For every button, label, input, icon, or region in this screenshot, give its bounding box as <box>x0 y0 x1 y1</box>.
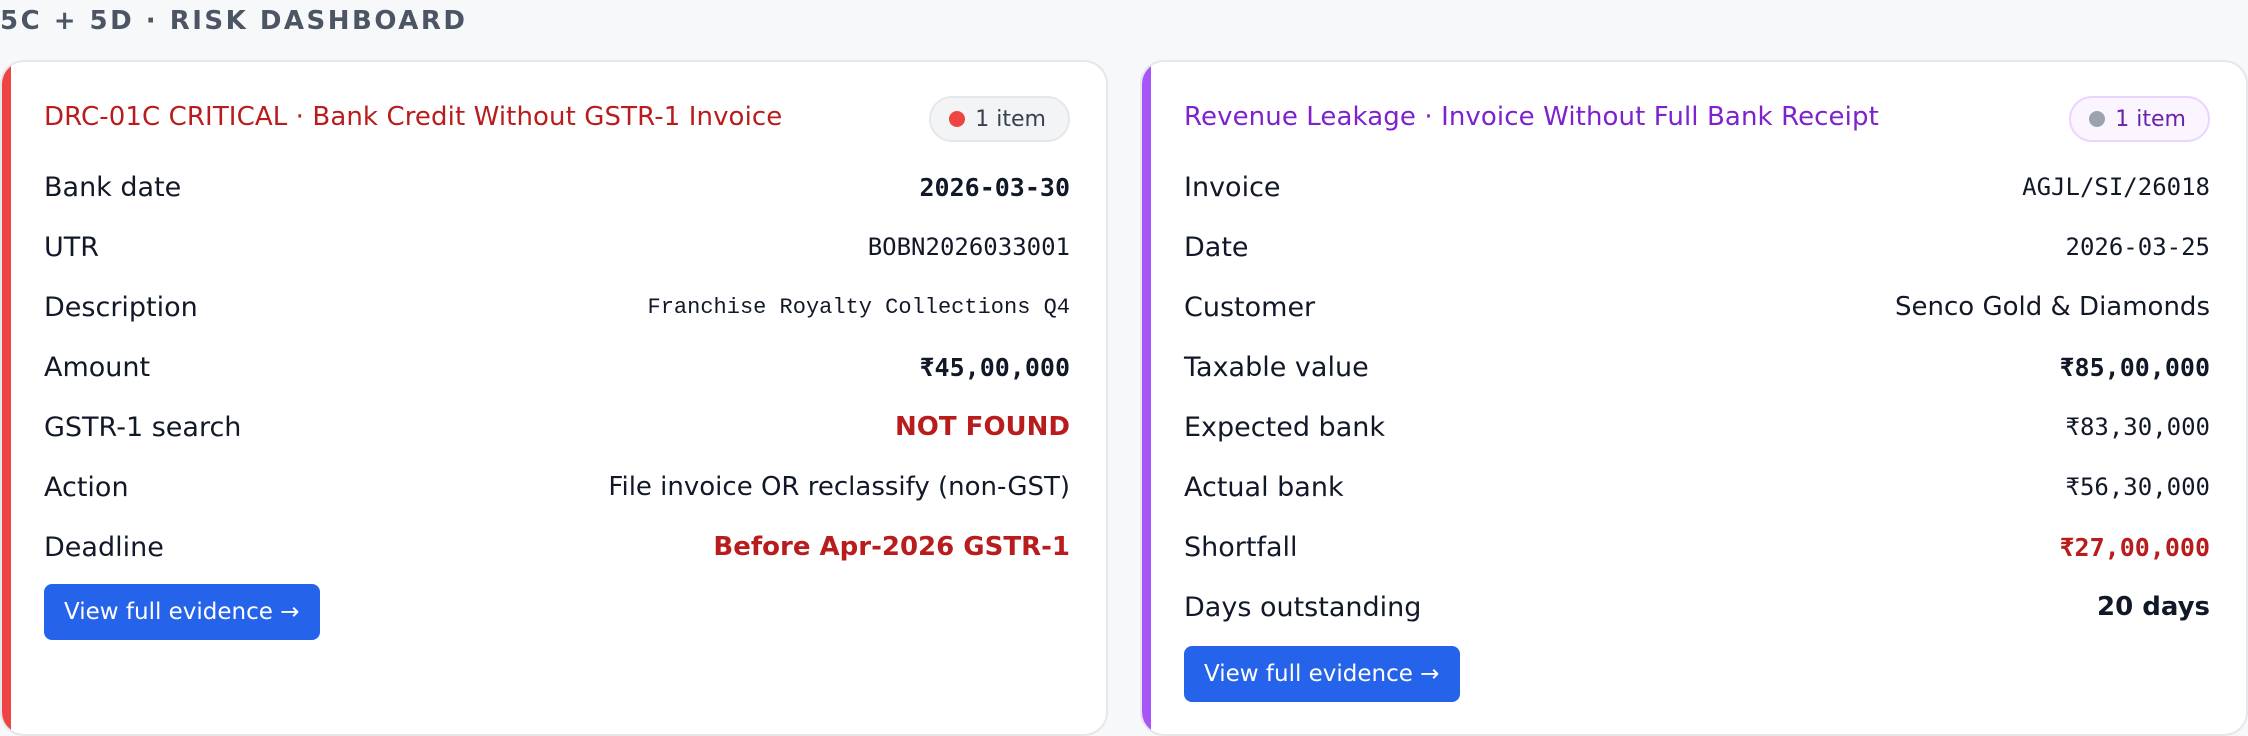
row-value: File invoice OR reclassify (non-GST) <box>608 472 1070 502</box>
detail-row-taxable-value: Taxable value ₹85,00,000 <box>1184 337 2210 397</box>
detail-row-utr: UTR BOBN2026033001 <box>44 217 1070 277</box>
detail-row-customer: Customer Senco Gold & Diamonds <box>1184 277 2210 337</box>
detail-row-expected-bank: Expected bank ₹83,30,000 <box>1184 397 2210 457</box>
row-value: NOT FOUND <box>895 412 1070 442</box>
item-count-badge: 1 item <box>929 96 1070 142</box>
item-count-label: 1 item <box>2115 106 2186 132</box>
row-value: ₹56,30,000 <box>2065 473 2211 501</box>
row-value: AGJL/SI/26018 <box>2022 173 2210 201</box>
row-label: UTR <box>44 231 100 263</box>
row-value: ₹83,30,000 <box>2065 413 2211 441</box>
item-count-badge: 1 item <box>2069 96 2210 142</box>
detail-row-action: Action File invoice OR reclassify (non-G… <box>44 457 1070 517</box>
critical-accent-bar <box>2 62 11 734</box>
detail-row-actual-bank: Actual bank ₹56,30,000 <box>1184 457 2210 517</box>
row-label: Invoice <box>1184 171 1281 203</box>
status-dot-icon <box>2089 111 2106 127</box>
row-value: ₹85,00,000 <box>2059 352 2210 382</box>
page-title: 5C + 5D · RISK DASHBOARD <box>0 6 468 36</box>
row-label: Expected bank <box>1184 411 1385 443</box>
row-label: Deadline <box>44 531 164 563</box>
detail-list: Bank date 2026-03-30 UTR BOBN2026033001 … <box>44 157 1070 577</box>
card-title: Revenue Leakage · Invoice Without Full B… <box>1184 102 1879 132</box>
row-label: Amount <box>44 351 151 383</box>
row-label: Date <box>1184 231 1249 263</box>
detail-list: Invoice AGJL/SI/26018 Date 2026-03-25 Cu… <box>1184 157 2210 637</box>
view-full-evidence-button[interactable]: View full evidence → <box>44 584 320 640</box>
row-label: Action <box>44 471 129 503</box>
detail-row-days-outstanding: Days outstanding 20 days <box>1184 577 2210 637</box>
detail-row-invoice: Invoice AGJL/SI/26018 <box>1184 157 2210 217</box>
status-dot-icon <box>949 111 966 127</box>
detail-row-description: Description Franchise Royalty Collection… <box>44 277 1070 337</box>
detail-row-deadline: Deadline Before Apr-2026 GSTR-1 <box>44 517 1070 577</box>
detail-row-shortfall: Shortfall ₹27,00,000 <box>1184 517 2210 577</box>
row-value: Senco Gold & Diamonds <box>1895 292 2210 322</box>
row-label: Days outstanding <box>1184 591 1422 623</box>
row-label: Shortfall <box>1184 531 1298 563</box>
detail-row-amount: Amount ₹45,00,000 <box>44 337 1070 397</box>
drc-01c-critical-card: DRC-01C CRITICAL · Bank Credit Without G… <box>0 60 1108 736</box>
detail-row-date: Date 2026-03-25 <box>1184 217 2210 277</box>
row-value: ₹45,00,000 <box>919 352 1070 382</box>
row-value: 20 days <box>2096 592 2210 622</box>
card-title: DRC-01C CRITICAL · Bank Credit Without G… <box>44 102 783 132</box>
row-value: 2026-03-30 <box>919 172 1070 202</box>
item-count-label: 1 item <box>975 106 1046 132</box>
row-label: GSTR-1 search <box>44 411 242 443</box>
view-full-evidence-button[interactable]: View full evidence → <box>1184 646 1460 702</box>
detail-row-bank-date: Bank date 2026-03-30 <box>44 157 1070 217</box>
row-label: Customer <box>1184 291 1316 323</box>
row-value: BOBN2026033001 <box>867 233 1070 261</box>
row-value: Before Apr-2026 GSTR-1 <box>713 532 1070 562</box>
detail-row-gstr1-search: GSTR-1 search NOT FOUND <box>44 397 1070 457</box>
revenue-leakage-card: Revenue Leakage · Invoice Without Full B… <box>1140 60 2248 736</box>
leakage-accent-bar <box>1142 62 1151 734</box>
row-value: Franchise Royalty Collections Q4 <box>647 294 1070 320</box>
row-label: Description <box>44 291 198 323</box>
row-label: Actual bank <box>1184 471 1344 503</box>
row-label: Bank date <box>44 171 182 203</box>
row-label: Taxable value <box>1184 351 1369 383</box>
row-value: ₹27,00,000 <box>2059 532 2210 562</box>
row-value: 2026-03-25 <box>2065 233 2211 261</box>
